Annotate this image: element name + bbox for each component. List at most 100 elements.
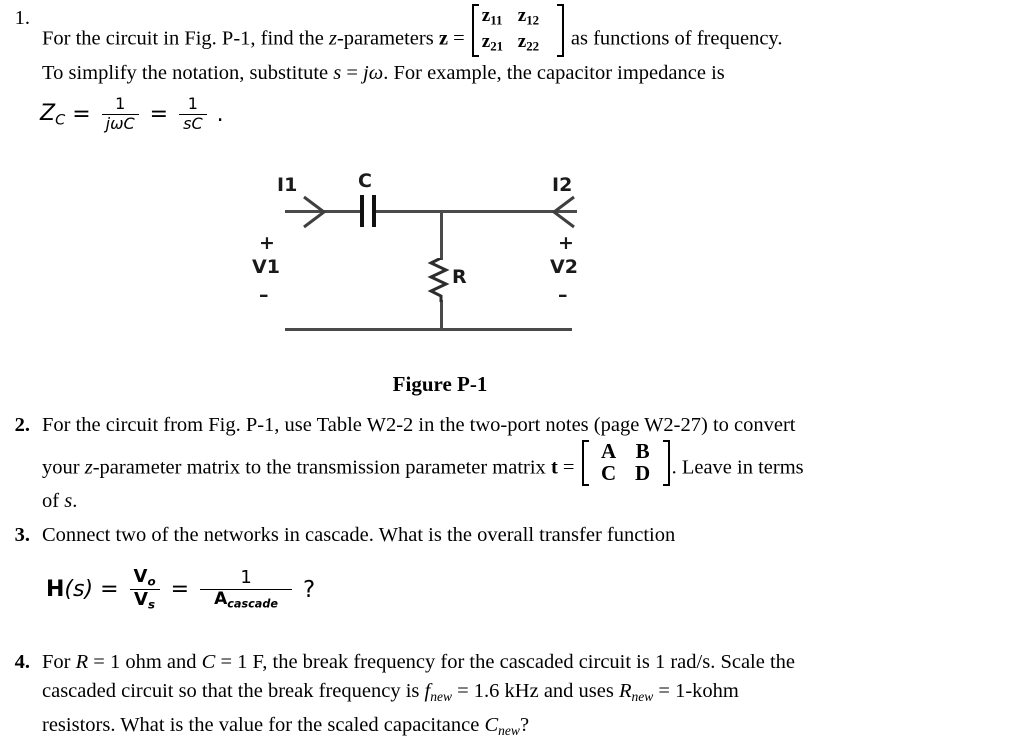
- p4-l1-b: = 1 ohm and: [88, 651, 202, 673]
- p1-l2-c: . For example, the capacitor impedance i…: [383, 61, 725, 84]
- p4-l2-c: = 1-kohm: [653, 680, 739, 702]
- matrix-row: AB: [592, 441, 660, 463]
- h-symbol: H: [46, 577, 65, 603]
- p1-z-bold: z: [438, 27, 448, 50]
- t-matrix-rows: ABCD: [589, 440, 663, 486]
- wire-bottom: [285, 328, 572, 331]
- matrix-row: CD: [592, 463, 660, 485]
- p1-text-a: For the circuit in Fig. P-1, find the: [42, 27, 329, 50]
- h-frac1-denominator: Vs: [134, 589, 156, 612]
- fnew-subscript: new: [430, 689, 452, 705]
- h-frac1-numerator: Vo: [133, 566, 156, 589]
- document-page: 1. For the circuit in Fig. P-1, find the…: [0, 0, 1024, 745]
- p1-l2-eq: =: [341, 61, 364, 84]
- figure-caption: Figure P-1: [392, 372, 488, 396]
- problem-1-line-1: For the circuit in Fig. P-1, find the z-…: [42, 4, 782, 59]
- matrix-right-bracket: [556, 4, 564, 58]
- problem-item-2: 2. For the circuit from Fig. P-1, use Ta…: [0, 411, 1010, 516]
- h-equals-1: =: [100, 577, 119, 603]
- problem-4-line-3: resistors. What is the value for the sca…: [42, 711, 795, 745]
- transmission-parameter-matrix: ABCD: [581, 440, 670, 486]
- p2-l3-s: s: [64, 490, 73, 513]
- zc-frac2-numerator: 1: [187, 94, 198, 113]
- matrix-cell-z12: z12: [517, 5, 540, 28]
- v2-minus-sign: –: [558, 284, 568, 306]
- p4-R: R: [75, 651, 89, 673]
- capacitor-plate-right: [372, 195, 376, 227]
- cnew-subscript: new: [498, 723, 520, 739]
- t-matrix-left-bracket: [581, 440, 589, 486]
- problem-item-4: 4. For R = 1 ohm and C = 1 F, the break …: [0, 648, 1010, 745]
- wire-shunt-lower: [440, 300, 443, 330]
- p4-Cnew: Cnew: [484, 714, 520, 739]
- v2-plus-sign: +: [558, 232, 574, 254]
- t-matrix-right-bracket: [662, 440, 670, 486]
- p1-z-italic: z: [328, 27, 337, 50]
- matrix-cell-z21: z21: [481, 30, 504, 54]
- p4-Rnew: Rnew: [618, 680, 654, 705]
- circuit-figure-p1: I1 C I2 R + V1 – + V2 – Figure P-1: [240, 160, 640, 396]
- p2-l2-b: -parameter matrix to the transmission pa…: [92, 456, 551, 479]
- p4-l2-b: = 1.6 kHz and uses: [451, 680, 619, 702]
- problem-1-line-2: To simplify the notation, substitute s =…: [42, 59, 782, 88]
- label-capacitor-c: C: [358, 170, 372, 192]
- problem-2-body: For the circuit from Fig. P-1, use Table…: [42, 411, 804, 516]
- problem-2-number: 2.: [14, 414, 30, 436]
- matrix-rows: z11 z12 z21 z22: [479, 4, 557, 57]
- p2-t-bold: t: [550, 456, 558, 479]
- matrix-cell-A: A: [600, 439, 617, 463]
- zc-fraction-1: 1 jωC: [101, 94, 139, 133]
- p2-l3-b: .: [72, 490, 78, 513]
- matrix-left-bracket: [471, 4, 479, 58]
- matrix-cell-D: D: [634, 461, 651, 485]
- zc-frac2-denominator: sC: [183, 113, 203, 133]
- vs-subscript: s: [147, 597, 156, 612]
- label-i1: I1: [277, 174, 298, 196]
- zc-subscript: C: [55, 111, 66, 128]
- h-argument: (s): [64, 577, 94, 603]
- p1-l2-jomega: jω: [363, 61, 384, 84]
- v1-minus-sign: –: [259, 284, 269, 306]
- p2-l2-a: your: [42, 456, 85, 479]
- problem-item-1: 1. For the circuit in Fig. P-1, find the…: [0, 4, 1010, 88]
- matrix-cell-B: B: [635, 439, 650, 463]
- problem-2-line-1: For the circuit from Fig. P-1, use Table…: [42, 414, 796, 436]
- i2-current-arrow: [551, 195, 575, 229]
- zc-equals-2: =: [149, 101, 169, 127]
- matrix-cell-z22: z22: [517, 30, 540, 54]
- p4-fnew: fnew: [424, 680, 452, 705]
- rnew-subscript: new: [631, 689, 654, 705]
- problem-3-body: Connect two of the networks in cascade. …: [42, 521, 675, 550]
- problem-4-line-2: cascaded circuit so that the break frequ…: [42, 677, 795, 711]
- zc-frac1-numerator: 1: [115, 94, 126, 113]
- capacitor-plate-left: [360, 195, 364, 227]
- zc-fraction-2: 1 sC: [179, 94, 207, 133]
- h-fraction-vo-vs: Vo Vs: [129, 566, 160, 612]
- p4-C: C: [201, 651, 216, 673]
- label-v2: V2: [550, 256, 578, 278]
- v1-plus-sign: +: [259, 232, 275, 254]
- p2-l2-c: . Leave in terms: [671, 456, 804, 479]
- h-question-mark: ?: [303, 576, 316, 603]
- h-fraction-one-over-acascade: 1 Acascade: [200, 568, 293, 611]
- p4-l3-b: ?: [519, 714, 530, 737]
- matrix-row: z11 z12: [482, 5, 554, 31]
- label-v1: V1: [252, 256, 280, 278]
- problem-3-number: 3.: [14, 524, 30, 546]
- p1-text-c: as functions of frequency.: [565, 27, 783, 50]
- zc-equals-1: =: [72, 101, 91, 127]
- problem-1-number: 1.: [14, 7, 30, 29]
- z-parameter-matrix: z11 z12 z21 z22: [471, 4, 564, 58]
- matrix-row: z21 z22: [482, 31, 554, 57]
- zc-frac1-denominator: jωC: [105, 113, 135, 133]
- equation-transfer-function: H (s) = Vo Vs = 1 Acascade ?: [46, 566, 316, 612]
- problem-4-line-1: For R = 1 ohm and C = 1 F, the break fre…: [42, 648, 795, 677]
- label-i2: I2: [552, 174, 573, 196]
- h-frac2-denominator: Acascade: [214, 588, 279, 611]
- wire-shunt-upper: [440, 210, 443, 260]
- problem-2-line-2: your z-parameter matrix to the transmiss…: [42, 440, 804, 487]
- p2-l2-z: z: [84, 456, 93, 479]
- problem-item-3: 3. Connect two of the networks in cascad…: [0, 521, 1010, 550]
- p2-l2-equals: =: [557, 456, 580, 479]
- p1-l2-a: To simplify the notation, substitute: [42, 61, 334, 84]
